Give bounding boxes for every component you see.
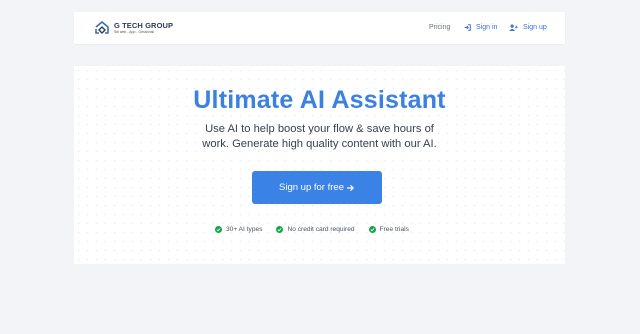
nav-sign-up-link[interactable]: Sign up bbox=[509, 24, 547, 31]
check-circle-icon bbox=[215, 226, 222, 233]
feature-item: Free trials bbox=[368, 226, 409, 233]
hero-subtitle: Use AI to help boost your flow & save ho… bbox=[74, 122, 565, 152]
sign-up-free-button[interactable]: Sign up for free bbox=[252, 171, 382, 204]
sign-in-icon bbox=[464, 24, 471, 31]
feature-label: 30+ AI types bbox=[226, 226, 263, 233]
hero-subtitle-line-1: Use AI to help boost your flow & save ho… bbox=[205, 123, 434, 135]
arrow-right-icon bbox=[346, 184, 354, 191]
feature-item: No credit card required bbox=[276, 226, 355, 233]
brand-name: G TECH GROUP bbox=[114, 20, 174, 30]
hero-section: Ultimate AI Assistant Use AI to help boo… bbox=[74, 66, 565, 264]
sign-up-label: Sign up bbox=[523, 24, 547, 31]
brand-tagline: Siti web - App - Gestionali bbox=[114, 29, 155, 34]
nav-pricing-link[interactable]: Pricing bbox=[429, 24, 450, 31]
check-circle-icon bbox=[276, 226, 284, 233]
feature-item: 30+ AI types bbox=[215, 226, 262, 233]
cta-label: Sign up for free bbox=[279, 182, 344, 193]
nav-sign-in-link[interactable]: Sign in bbox=[464, 24, 497, 31]
check-circle-icon bbox=[368, 226, 376, 233]
g-tech-logo-icon bbox=[95, 21, 109, 34]
user-plus-icon bbox=[509, 24, 518, 31]
feature-label: Free trials bbox=[379, 226, 409, 233]
hero-title: Ultimate AI Assistant bbox=[193, 86, 446, 114]
top-navbar: G TECH GROUP Siti web - App - Gestionali… bbox=[74, 12, 565, 44]
feature-label: No credit card required bbox=[287, 226, 355, 233]
brand-logo[interactable]: G TECH GROUP Siti web - App - Gestionali bbox=[94, 19, 173, 37]
feature-list: 30+ AI types No credit card required Fre… bbox=[215, 226, 423, 233]
hero-subtitle-line-2: work. Generate high quality content with… bbox=[202, 138, 437, 150]
sign-in-label: Sign in bbox=[476, 24, 498, 31]
